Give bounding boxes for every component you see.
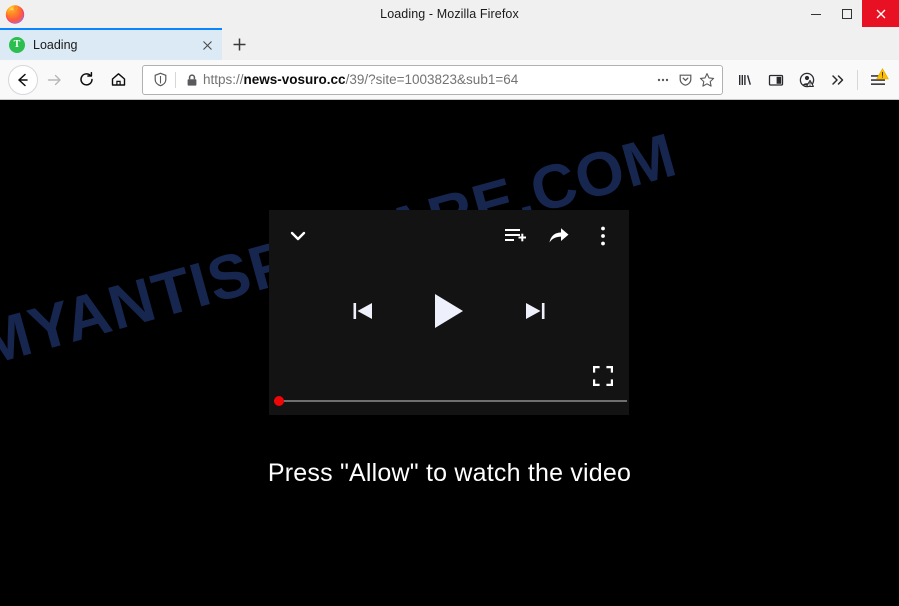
tab-label: Loading: [33, 38, 78, 52]
library-icon[interactable]: [729, 64, 760, 96]
tracking-shield-icon[interactable]: [149, 68, 171, 92]
previous-track-icon[interactable]: [350, 298, 376, 324]
window-controls: [800, 0, 899, 27]
hamburger-menu-button[interactable]: [862, 64, 893, 96]
page-actions-ellipsis-icon[interactable]: [652, 68, 674, 92]
forward-button: [38, 64, 70, 96]
tab-favicon-icon: T: [9, 37, 25, 53]
play-icon[interactable]: [432, 292, 466, 330]
toolbar-right-group: [729, 64, 893, 96]
player-top-actions: [503, 224, 615, 248]
padlock-icon[interactable]: [181, 68, 203, 92]
account-warning-icon[interactable]: [791, 64, 822, 96]
toolbar-divider: [857, 69, 858, 90]
progress-track: [274, 400, 627, 402]
bookmark-star-icon[interactable]: [696, 68, 718, 92]
tab-loading[interactable]: T Loading: [0, 28, 222, 60]
player-top-bar: [269, 210, 629, 262]
player-progress-bar[interactable]: [274, 395, 627, 407]
url-host: news-vosuro.cc: [243, 72, 346, 87]
title-bar: Loading - Mozilla Firefox: [0, 0, 899, 27]
tab-close-icon[interactable]: [198, 36, 216, 54]
video-player[interactable]: [269, 210, 629, 415]
share-arrow-icon[interactable]: [547, 224, 571, 248]
firefox-window: Loading - Mozilla Firefox T Loading http…: [0, 0, 899, 606]
overflow-double-chevron-icon[interactable]: [822, 64, 853, 96]
url-text-wrapper[interactable]: https://news-vosuro.cc/39/?site=1003823&…: [203, 69, 652, 90]
next-track-icon[interactable]: [522, 298, 548, 324]
home-button[interactable]: [102, 64, 134, 96]
url-fade-overlay: [626, 69, 652, 90]
navigation-toolbar: https://news-vosuro.cc/39/?site=1003823&…: [0, 60, 899, 100]
allow-prompt-text: Press "Allow" to watch the video: [267, 459, 632, 487]
fullscreen-icon[interactable]: [591, 364, 615, 388]
firefox-logo-icon: [4, 3, 26, 25]
player-transport-controls: [269, 286, 629, 336]
window-title: Loading - Mozilla Firefox: [380, 6, 519, 21]
playlist-add-icon[interactable]: [503, 224, 527, 248]
warning-triangle-icon: [876, 67, 889, 85]
tab-strip-empty: [256, 28, 899, 60]
page-content: MYANTISPYWARE.COM: [0, 101, 899, 606]
url-path: /39/?site=1003823&sub1=64: [345, 72, 519, 87]
three-dot-vertical-icon[interactable]: [591, 224, 615, 248]
url-scheme: https://: [203, 72, 244, 87]
back-button[interactable]: [8, 64, 38, 95]
progress-scrubber-handle[interactable]: [274, 396, 284, 406]
minimize-button[interactable]: [800, 0, 831, 27]
tab-strip: T Loading: [0, 27, 899, 60]
address-bar[interactable]: https://news-vosuro.cc/39/?site=1003823&…: [142, 64, 723, 95]
maximize-button[interactable]: [831, 0, 862, 27]
chevron-down-icon[interactable]: [285, 223, 311, 249]
pocket-icon[interactable]: [674, 68, 696, 92]
url-text: https://news-vosuro.cc/39/?site=1003823&…: [203, 72, 518, 87]
new-tab-button[interactable]: [222, 28, 256, 60]
address-bar-divider: [175, 71, 176, 88]
close-button[interactable]: [862, 0, 899, 27]
reload-button[interactable]: [70, 64, 102, 96]
sidebar-icon[interactable]: [760, 64, 791, 96]
